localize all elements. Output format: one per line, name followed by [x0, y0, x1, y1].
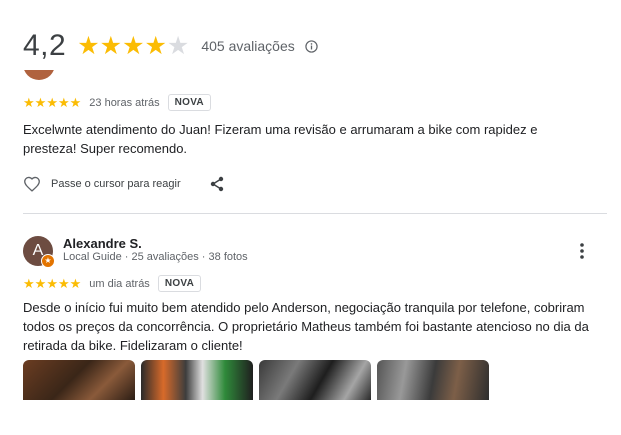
author-stats: Local Guide · 25 avaliações · 38 fotos [63, 251, 248, 263]
review-text: Desde o início fui muito bem atendido pe… [23, 300, 589, 353]
star-icon: ★ [34, 276, 47, 291]
divider [23, 213, 607, 214]
star-empty-icon: ★ [166, 31, 190, 60]
star-icon: ★ [99, 31, 123, 60]
star-icon: ★ [34, 95, 47, 110]
review-actions: Passe o cursor para reagir [23, 176, 225, 192]
review-stars: ★ ★ ★ ★ ★ [23, 277, 81, 290]
review-time: um dia atrás [89, 277, 150, 290]
review-meta: ★ ★ ★ ★ ★ 23 horas atrás NOVA [23, 94, 211, 111]
share-icon[interactable] [209, 176, 225, 192]
author-name[interactable]: Alexandre S. [63, 236, 142, 251]
review-stars: ★ ★ ★ ★ ★ [23, 96, 81, 109]
star-icon: ★ [57, 95, 70, 110]
star-icon: ★ [46, 95, 58, 110]
more-vert-icon[interactable] [577, 242, 587, 260]
star-icon: ★ [77, 31, 100, 60]
rating-summary: 4,2 ★ ★ ★ ★ ★ 405 avaliações [23, 25, 318, 67]
info-icon[interactable] [305, 39, 318, 53]
star-icon: ★ [69, 276, 82, 291]
star-icon: ★ [144, 31, 167, 60]
star-icon: ★ [23, 95, 35, 110]
review-time: 23 horas atrás [89, 96, 160, 109]
average-rating: 4,2 [23, 29, 67, 62]
review-photos [23, 360, 489, 400]
review-text: Excelwnte atendimento do Juan! Fizeram u… [23, 122, 538, 156]
new-badge: NOVA [157, 275, 202, 292]
review-photo[interactable] [377, 360, 489, 400]
star-icon: ★ [122, 31, 145, 60]
react-hint: Passe o cursor para reagir [51, 178, 181, 190]
review-photo[interactable] [141, 360, 253, 400]
star-icon: ★ [23, 276, 35, 291]
heart-outline-icon[interactable] [23, 176, 41, 192]
review-photo[interactable] [259, 360, 371, 400]
star-icon: ★ [57, 276, 70, 291]
local-guide-star-icon: ★ [41, 254, 55, 268]
new-badge: NOVA [167, 94, 211, 111]
review-meta: ★ ★ ★ ★ ★ um dia atrás NOVA [23, 275, 202, 292]
star-icon: ★ [46, 276, 58, 291]
avatar[interactable] [23, 70, 55, 80]
average-stars: ★ ★ ★ ★ ★ [77, 31, 190, 60]
review-count[interactable]: 405 avaliações [201, 38, 294, 54]
review-card: ★ ★ ★ ★ ★ 23 horas atrás NOVA Excelwnte … [0, 70, 621, 220]
star-icon: ★ [69, 95, 82, 110]
review-photo[interactable] [23, 360, 135, 400]
